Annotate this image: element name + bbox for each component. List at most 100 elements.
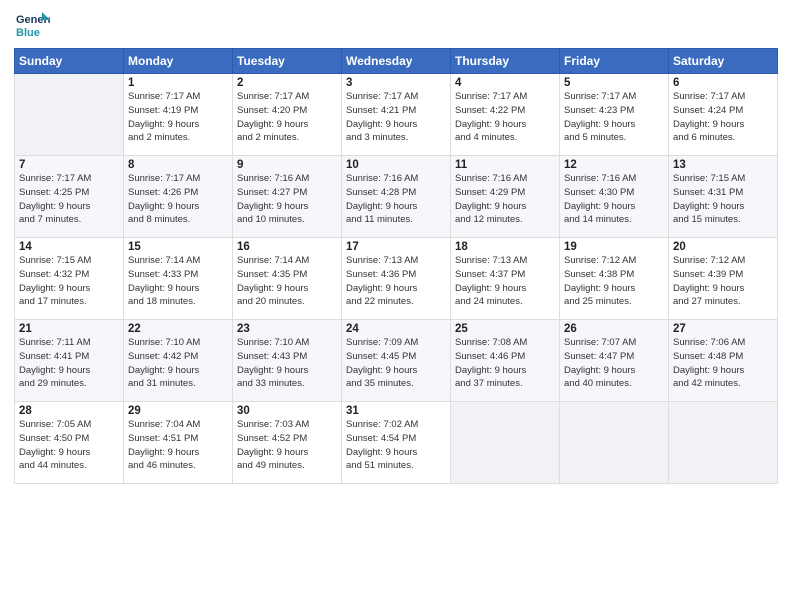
day-info: Sunrise: 7:17 AMSunset: 4:20 PMDaylight:… [237, 90, 337, 145]
day-info: Sunrise: 7:10 AMSunset: 4:42 PMDaylight:… [128, 336, 228, 391]
calendar-cell [451, 402, 560, 484]
day-number: 22 [128, 323, 228, 335]
calendar-cell: 8Sunrise: 7:17 AMSunset: 4:26 PMDaylight… [124, 156, 233, 238]
day-info: Sunrise: 7:10 AMSunset: 4:43 PMDaylight:… [237, 336, 337, 391]
day-number: 12 [564, 159, 664, 171]
calendar-cell: 14Sunrise: 7:15 AMSunset: 4:32 PMDayligh… [15, 238, 124, 320]
calendar-cell: 27Sunrise: 7:06 AMSunset: 4:48 PMDayligh… [669, 320, 778, 402]
calendar-cell: 23Sunrise: 7:10 AMSunset: 4:43 PMDayligh… [233, 320, 342, 402]
day-number: 17 [346, 241, 446, 253]
day-number: 15 [128, 241, 228, 253]
calendar-cell: 22Sunrise: 7:10 AMSunset: 4:42 PMDayligh… [124, 320, 233, 402]
day-number: 4 [455, 77, 555, 89]
calendar-cell: 15Sunrise: 7:14 AMSunset: 4:33 PMDayligh… [124, 238, 233, 320]
logo: General Blue [14, 10, 52, 40]
calendar-week-1: 1Sunrise: 7:17 AMSunset: 4:19 PMDaylight… [15, 74, 778, 156]
calendar-header-thursday: Thursday [451, 49, 560, 74]
day-number: 28 [19, 405, 119, 417]
calendar-cell: 25Sunrise: 7:08 AMSunset: 4:46 PMDayligh… [451, 320, 560, 402]
day-number: 26 [564, 323, 664, 335]
svg-text:Blue: Blue [16, 27, 40, 39]
calendar-cell: 7Sunrise: 7:17 AMSunset: 4:25 PMDaylight… [15, 156, 124, 238]
day-info: Sunrise: 7:17 AMSunset: 4:22 PMDaylight:… [455, 90, 555, 145]
day-info: Sunrise: 7:07 AMSunset: 4:47 PMDaylight:… [564, 336, 664, 391]
day-info: Sunrise: 7:14 AMSunset: 4:35 PMDaylight:… [237, 254, 337, 309]
day-number: 18 [455, 241, 555, 253]
day-number: 5 [564, 77, 664, 89]
day-number: 10 [346, 159, 446, 171]
day-info: Sunrise: 7:13 AMSunset: 4:37 PMDaylight:… [455, 254, 555, 309]
calendar-cell: 3Sunrise: 7:17 AMSunset: 4:21 PMDaylight… [342, 74, 451, 156]
day-info: Sunrise: 7:13 AMSunset: 4:36 PMDaylight:… [346, 254, 446, 309]
calendar-week-4: 21Sunrise: 7:11 AMSunset: 4:41 PMDayligh… [15, 320, 778, 402]
day-info: Sunrise: 7:16 AMSunset: 4:29 PMDaylight:… [455, 172, 555, 227]
calendar-cell: 1Sunrise: 7:17 AMSunset: 4:19 PMDaylight… [124, 74, 233, 156]
day-number: 25 [455, 323, 555, 335]
day-number: 27 [673, 323, 773, 335]
day-number: 23 [237, 323, 337, 335]
day-info: Sunrise: 7:15 AMSunset: 4:31 PMDaylight:… [673, 172, 773, 227]
calendar-cell: 20Sunrise: 7:12 AMSunset: 4:39 PMDayligh… [669, 238, 778, 320]
day-info: Sunrise: 7:17 AMSunset: 4:23 PMDaylight:… [564, 90, 664, 145]
calendar-cell: 12Sunrise: 7:16 AMSunset: 4:30 PMDayligh… [560, 156, 669, 238]
day-number: 8 [128, 159, 228, 171]
day-info: Sunrise: 7:02 AMSunset: 4:54 PMDaylight:… [346, 418, 446, 473]
calendar-header-friday: Friday [560, 49, 669, 74]
calendar-cell: 18Sunrise: 7:13 AMSunset: 4:37 PMDayligh… [451, 238, 560, 320]
day-info: Sunrise: 7:12 AMSunset: 4:39 PMDaylight:… [673, 254, 773, 309]
page-header: General Blue [14, 10, 778, 40]
day-info: Sunrise: 7:05 AMSunset: 4:50 PMDaylight:… [19, 418, 119, 473]
calendar-cell: 16Sunrise: 7:14 AMSunset: 4:35 PMDayligh… [233, 238, 342, 320]
day-info: Sunrise: 7:08 AMSunset: 4:46 PMDaylight:… [455, 336, 555, 391]
calendar-cell: 30Sunrise: 7:03 AMSunset: 4:52 PMDayligh… [233, 402, 342, 484]
calendar-cell: 28Sunrise: 7:05 AMSunset: 4:50 PMDayligh… [15, 402, 124, 484]
calendar-header-wednesday: Wednesday [342, 49, 451, 74]
day-number: 3 [346, 77, 446, 89]
calendar-cell: 24Sunrise: 7:09 AMSunset: 4:45 PMDayligh… [342, 320, 451, 402]
day-info: Sunrise: 7:17 AMSunset: 4:24 PMDaylight:… [673, 90, 773, 145]
calendar-cell: 26Sunrise: 7:07 AMSunset: 4:47 PMDayligh… [560, 320, 669, 402]
day-number: 31 [346, 405, 446, 417]
day-info: Sunrise: 7:03 AMSunset: 4:52 PMDaylight:… [237, 418, 337, 473]
day-number: 30 [237, 405, 337, 417]
calendar-header-monday: Monday [124, 49, 233, 74]
calendar-cell: 9Sunrise: 7:16 AMSunset: 4:27 PMDaylight… [233, 156, 342, 238]
calendar-cell: 2Sunrise: 7:17 AMSunset: 4:20 PMDaylight… [233, 74, 342, 156]
day-info: Sunrise: 7:15 AMSunset: 4:32 PMDaylight:… [19, 254, 119, 309]
calendar-cell: 21Sunrise: 7:11 AMSunset: 4:41 PMDayligh… [15, 320, 124, 402]
day-info: Sunrise: 7:06 AMSunset: 4:48 PMDaylight:… [673, 336, 773, 391]
calendar-cell: 13Sunrise: 7:15 AMSunset: 4:31 PMDayligh… [669, 156, 778, 238]
calendar-cell: 17Sunrise: 7:13 AMSunset: 4:36 PMDayligh… [342, 238, 451, 320]
calendar-cell: 29Sunrise: 7:04 AMSunset: 4:51 PMDayligh… [124, 402, 233, 484]
calendar-cell: 11Sunrise: 7:16 AMSunset: 4:29 PMDayligh… [451, 156, 560, 238]
day-info: Sunrise: 7:17 AMSunset: 4:21 PMDaylight:… [346, 90, 446, 145]
day-number: 14 [19, 241, 119, 253]
calendar-week-3: 14Sunrise: 7:15 AMSunset: 4:32 PMDayligh… [15, 238, 778, 320]
day-number: 6 [673, 77, 773, 89]
day-number: 16 [237, 241, 337, 253]
day-number: 24 [346, 323, 446, 335]
day-number: 21 [19, 323, 119, 335]
calendar-cell: 10Sunrise: 7:16 AMSunset: 4:28 PMDayligh… [342, 156, 451, 238]
calendar-cell: 19Sunrise: 7:12 AMSunset: 4:38 PMDayligh… [560, 238, 669, 320]
day-info: Sunrise: 7:04 AMSunset: 4:51 PMDaylight:… [128, 418, 228, 473]
calendar-cell: 6Sunrise: 7:17 AMSunset: 4:24 PMDaylight… [669, 74, 778, 156]
day-info: Sunrise: 7:17 AMSunset: 4:19 PMDaylight:… [128, 90, 228, 145]
day-number: 20 [673, 241, 773, 253]
day-number: 29 [128, 405, 228, 417]
calendar-cell [15, 74, 124, 156]
day-info: Sunrise: 7:16 AMSunset: 4:28 PMDaylight:… [346, 172, 446, 227]
calendar-week-2: 7Sunrise: 7:17 AMSunset: 4:25 PMDaylight… [15, 156, 778, 238]
day-info: Sunrise: 7:16 AMSunset: 4:27 PMDaylight:… [237, 172, 337, 227]
day-number: 9 [237, 159, 337, 171]
day-info: Sunrise: 7:16 AMSunset: 4:30 PMDaylight:… [564, 172, 664, 227]
day-info: Sunrise: 7:17 AMSunset: 4:26 PMDaylight:… [128, 172, 228, 227]
day-number: 13 [673, 159, 773, 171]
calendar-table: SundayMondayTuesdayWednesdayThursdayFrid… [14, 48, 778, 484]
day-number: 2 [237, 77, 337, 89]
day-number: 19 [564, 241, 664, 253]
calendar-week-5: 28Sunrise: 7:05 AMSunset: 4:50 PMDayligh… [15, 402, 778, 484]
day-info: Sunrise: 7:14 AMSunset: 4:33 PMDaylight:… [128, 254, 228, 309]
calendar-cell: 4Sunrise: 7:17 AMSunset: 4:22 PMDaylight… [451, 74, 560, 156]
day-number: 1 [128, 77, 228, 89]
